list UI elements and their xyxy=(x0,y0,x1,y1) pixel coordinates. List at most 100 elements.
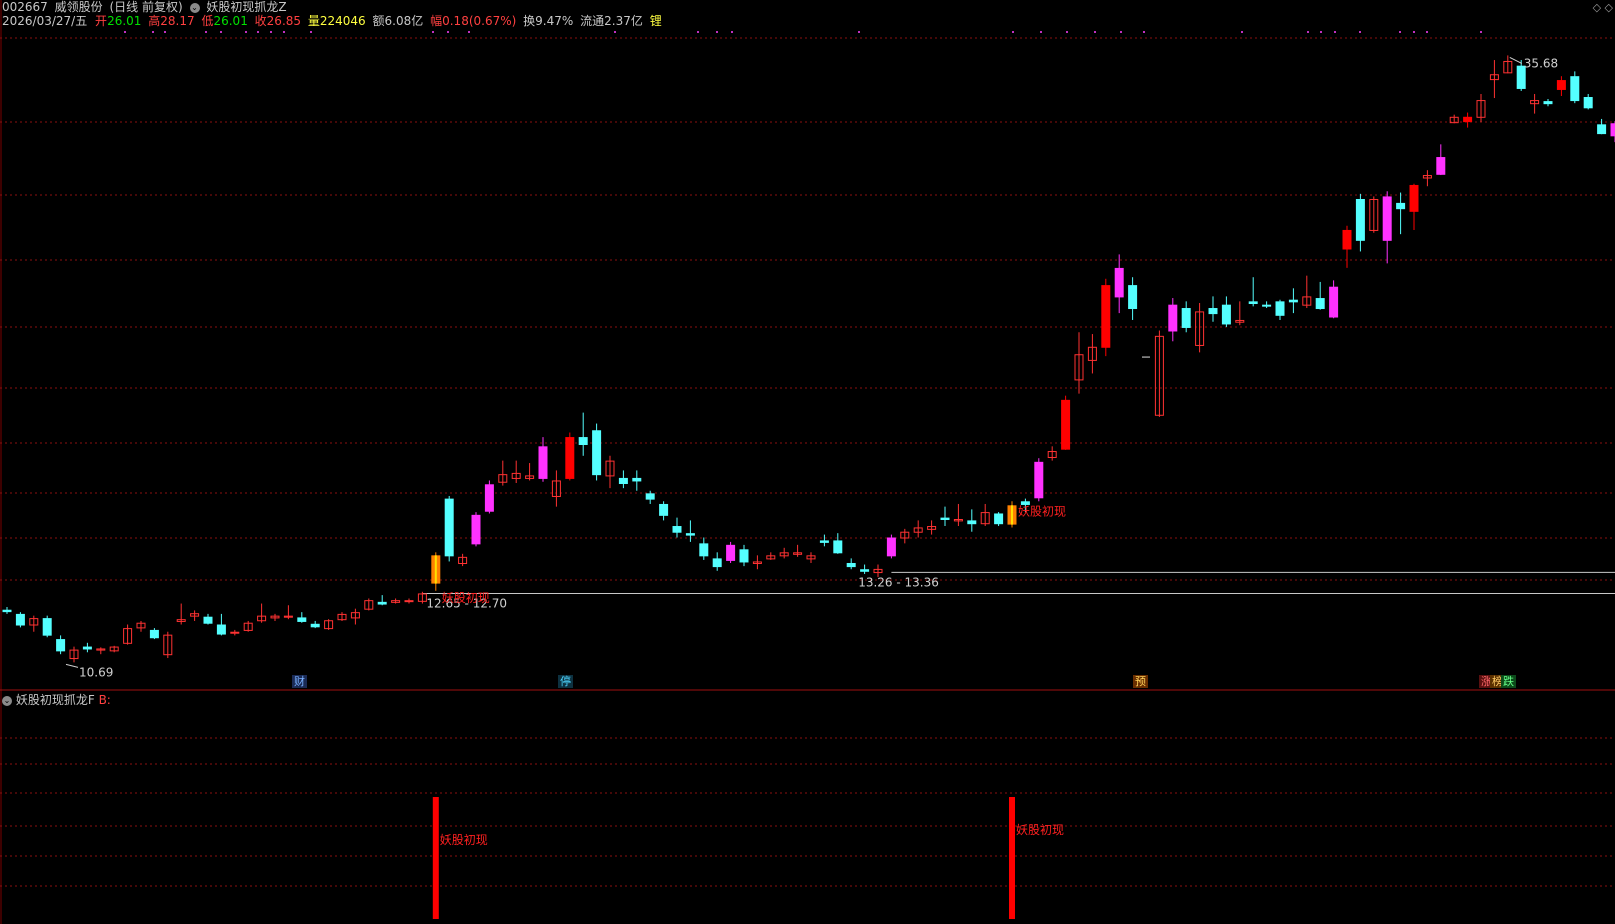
top-tick xyxy=(1040,31,1042,33)
indicator-main-name[interactable]: 妖股初现抓龙Z xyxy=(206,0,286,14)
candle-body xyxy=(1262,304,1272,307)
candle-body xyxy=(1342,229,1352,250)
candle-body xyxy=(685,533,695,536)
stock-code: 002667 xyxy=(2,0,48,14)
top-tick xyxy=(1413,31,1415,33)
sector-tag[interactable]: 锂 xyxy=(650,14,662,28)
candle xyxy=(216,613,226,636)
indicator-sub-name[interactable]: 妖股初现抓龙F xyxy=(16,693,95,707)
candle xyxy=(1315,281,1325,310)
turnover-label: 换 xyxy=(523,14,536,28)
candle xyxy=(1248,277,1258,307)
amount-label: 额 xyxy=(372,14,385,28)
candle-body xyxy=(484,484,494,512)
candle xyxy=(618,470,628,489)
candle xyxy=(417,591,427,604)
candle-body xyxy=(726,544,736,561)
signal-label: 妖股初现 xyxy=(1018,504,1066,518)
top-tick xyxy=(1094,31,1096,33)
event-marker-finance[interactable]: 财 xyxy=(292,675,307,688)
candle-body-stripe xyxy=(1011,505,1013,525)
close-value: 26.85 xyxy=(266,14,302,28)
chevron-down-icon[interactable]: ⌄ xyxy=(189,2,200,13)
candle xyxy=(1074,332,1084,394)
candle xyxy=(685,520,695,542)
candle-body xyxy=(404,600,414,603)
candle-body xyxy=(819,540,829,543)
candle xyxy=(391,598,401,604)
candle xyxy=(29,615,39,632)
top-tick xyxy=(1320,31,1322,33)
candle xyxy=(833,533,843,554)
candle xyxy=(149,628,159,640)
top-tick xyxy=(731,31,733,33)
min-price-annotation: 10.69 xyxy=(65,663,113,679)
candle xyxy=(699,537,709,560)
candle xyxy=(1463,112,1473,128)
top-tick xyxy=(1307,31,1309,33)
candle-body xyxy=(645,493,655,500)
candle xyxy=(163,631,173,659)
candle xyxy=(136,620,146,632)
candle-body xyxy=(592,430,602,476)
candle xyxy=(230,629,240,636)
candle xyxy=(1208,296,1218,322)
candle xyxy=(1597,118,1607,135)
candle xyxy=(726,541,736,563)
quote-date: 2026/03/27/五 xyxy=(2,14,88,28)
candle xyxy=(766,552,776,560)
candle xyxy=(659,501,669,521)
candle-body xyxy=(1061,399,1071,450)
change-label: 幅 xyxy=(430,14,443,28)
candle xyxy=(1087,334,1097,374)
candle xyxy=(1101,278,1111,357)
candle xyxy=(605,455,615,489)
candle-body xyxy=(565,437,575,479)
candle-body xyxy=(1409,184,1419,212)
top-tick xyxy=(1359,31,1361,33)
candle-body xyxy=(1181,308,1191,328)
indicator-signal-label: 妖股初现 xyxy=(1016,823,1064,837)
candle xyxy=(2,606,12,614)
candle xyxy=(1396,192,1406,235)
candle xyxy=(1436,144,1446,176)
candle xyxy=(324,619,334,630)
candle xyxy=(1047,446,1057,461)
candle xyxy=(739,544,749,567)
change-value: 0.18(0.67%) xyxy=(442,14,517,28)
chevron-down-icon[interactable]: ⌄ xyxy=(2,695,12,706)
amount-value: 6.08亿 xyxy=(384,14,424,28)
top-tick xyxy=(447,31,449,33)
top-tick xyxy=(1012,31,1014,33)
candle-body xyxy=(659,503,669,516)
candle xyxy=(860,564,870,574)
candle xyxy=(1530,93,1540,114)
candle-body xyxy=(310,623,320,628)
candle-body xyxy=(42,618,52,636)
candle xyxy=(458,553,468,567)
top-tick xyxy=(697,31,699,33)
event-marker-fall[interactable]: 跌 xyxy=(1501,675,1516,688)
candle xyxy=(364,598,374,611)
support-label-2: 13.26 - 13.36 xyxy=(858,575,939,589)
window-controls[interactable]: ◇ ◇ xyxy=(1593,1,1613,14)
candle xyxy=(913,520,923,538)
candle-body xyxy=(216,624,226,635)
event-marker-forecast[interactable]: 预 xyxy=(1133,675,1148,688)
event-marker-suspend[interactable]: 停 xyxy=(558,675,573,688)
candle xyxy=(1610,121,1615,143)
candle xyxy=(806,552,816,563)
candle xyxy=(337,612,347,621)
candle-body xyxy=(1396,202,1406,210)
top-tick xyxy=(245,31,247,33)
candle xyxy=(940,506,950,527)
candle xyxy=(431,552,441,591)
open-label: 开 xyxy=(95,14,108,28)
candle xyxy=(1329,280,1339,319)
header-row-2: 2026/03/27/五 开26.01 高28.17 低26.01 收26.85… xyxy=(2,14,665,28)
candle xyxy=(1476,93,1486,123)
candle-body xyxy=(1101,285,1111,348)
candle-body xyxy=(739,549,749,563)
candle xyxy=(1583,93,1593,110)
candle xyxy=(1195,303,1205,353)
